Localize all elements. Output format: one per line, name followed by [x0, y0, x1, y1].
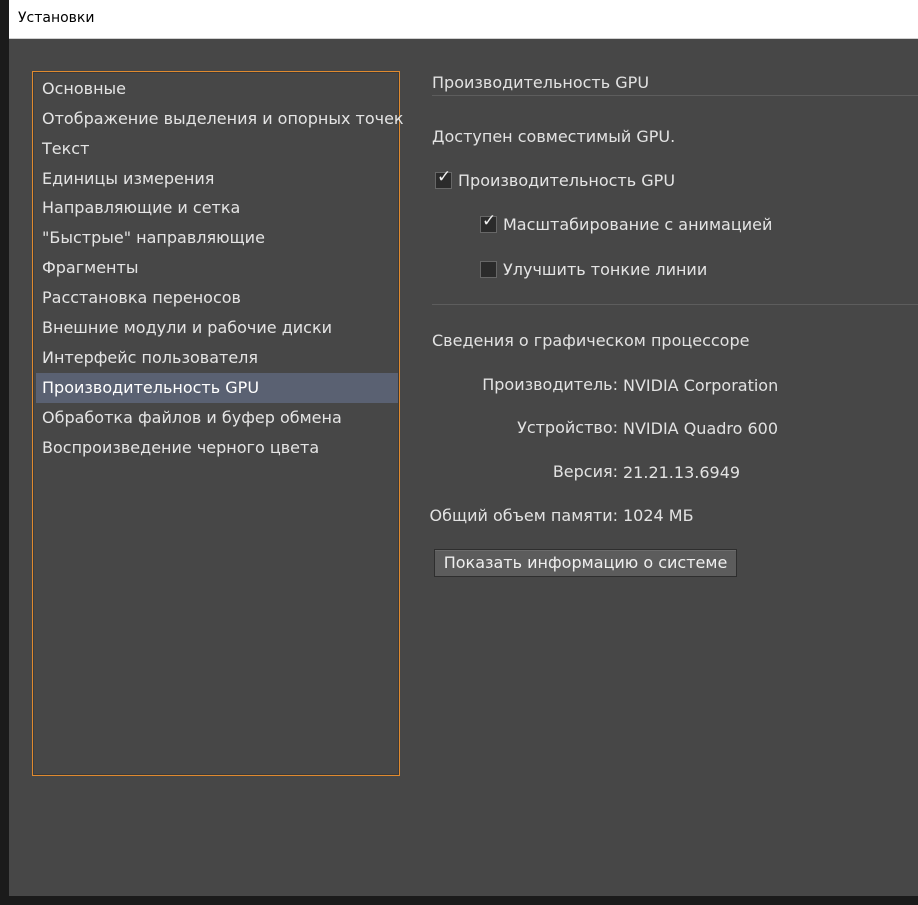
category-item-plugins-scratch-disks[interactable]: Внешние модули и рабочие диски: [36, 313, 398, 343]
category-item-guides-grid[interactable]: Направляющие и сетка: [36, 193, 398, 223]
category-list: Основные Отображение выделения и опорных…: [32, 71, 404, 776]
category-item-gpu-performance[interactable]: Производительность GPU: [36, 373, 398, 403]
animated-zoom-checkbox[interactable]: ✓ Масштабирование с анимацией: [480, 210, 773, 235]
gpu-performance-checkbox[interactable]: ✓ Производительность GPU: [435, 166, 676, 191]
category-item-units[interactable]: Единицы измерения: [36, 164, 398, 194]
preferences-window: Установки Основные Отображение выделения…: [0, 0, 918, 905]
section-divider: [432, 304, 918, 305]
category-item-general[interactable]: Основные: [36, 74, 398, 104]
checkbox-box[interactable]: ✓: [480, 210, 497, 233]
category-item-file-handling-clipboard[interactable]: Обработка файлов и буфер обмена: [36, 403, 398, 433]
category-item-black-appearance[interactable]: Воспроизведение черного цвета: [36, 433, 398, 463]
category-item-hyphenation[interactable]: Расстановка переносов: [36, 283, 398, 313]
version-value: 21.21.13.6949: [623, 463, 741, 482]
checkmark-icon: ✓: [437, 166, 452, 187]
gpu-section-title: Производительность GPU: [432, 73, 650, 92]
category-item-slices[interactable]: Фрагменты: [36, 253, 398, 283]
device-value: NVIDIA Quadro 600: [623, 419, 779, 438]
show-system-info-button[interactable]: Показать информацию о системе: [434, 549, 737, 577]
title-bar[interactable]: Установки: [9, 0, 918, 39]
category-item-selection-anchor-display[interactable]: Отображение выделения и опорных точек: [36, 104, 404, 134]
vendor-value: NVIDIA Corporation: [623, 376, 779, 395]
category-item-smart-guides[interactable]: "Быстрые" направляющие: [36, 223, 398, 253]
checkbox-box[interactable]: [480, 260, 497, 278]
preferences-dialog: Основные Отображение выделения и опорных…: [9, 39, 918, 896]
category-item-user-interface[interactable]: Интерфейс пользователя: [36, 343, 398, 373]
checkbox-box[interactable]: ✓: [435, 166, 452, 189]
checkbox-label: Производительность GPU: [458, 170, 676, 190]
gpu-info-section-title: Сведения о графическом процессоре: [432, 331, 750, 350]
total-memory-label: Общий объем памяти:: [429, 506, 618, 525]
settings-pane: Производительность GPU Доступен совмести…: [430, 69, 918, 669]
enhance-thin-lines-checkbox[interactable]: Улучшить тонкие линии: [480, 258, 707, 280]
vendor-label: Производитель:: [482, 375, 618, 394]
total-memory-value: 1024 МБ: [623, 506, 694, 525]
section-divider: [432, 95, 918, 96]
checkbox-label: Масштабирование с анимацией: [503, 214, 773, 234]
device-label: Устройство:: [517, 418, 618, 437]
checkmark-icon: ✓: [482, 210, 497, 231]
version-label: Версия:: [552, 462, 618, 481]
window-title: Установки: [18, 10, 95, 26]
gpu-status-text: Доступен совместимый GPU.: [432, 127, 676, 146]
category-item-type[interactable]: Текст: [36, 134, 398, 164]
checkbox-label: Улучшить тонкие линии: [503, 259, 708, 279]
